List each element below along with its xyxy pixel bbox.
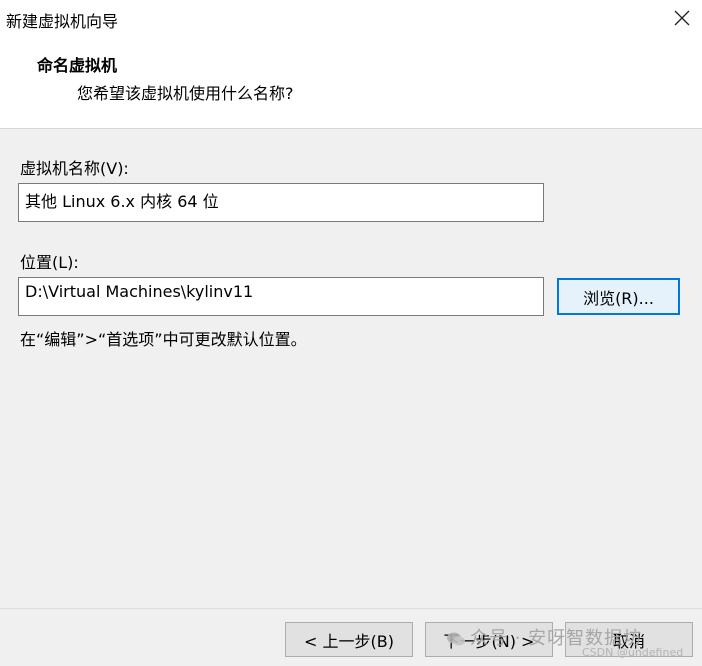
vm-name-value: 其他 Linux 6.x 内核 64 位 [25, 192, 219, 211]
location-hint: 在“编辑”>“首选项”中可更改默认位置。 [20, 330, 307, 349]
vm-name-input[interactable]: 其他 Linux 6.x 内核 64 位 [18, 183, 544, 222]
browse-button[interactable]: 浏览(R)... [557, 278, 680, 315]
close-button[interactable] [666, 3, 698, 33]
next-label: 下一步(N) > [443, 631, 535, 651]
window-title: 新建虚拟机向导 [6, 12, 119, 31]
wizard-header: 命名虚拟机 您希望该虚拟机使用什么名称? [0, 36, 702, 129]
location-label: 位置(L): [20, 253, 79, 272]
vm-name-label: 虚拟机名称(V): [20, 159, 129, 178]
back-label: < 上一步(B) [304, 631, 394, 651]
page-subtitle: 您希望该虚拟机使用什么名称? [77, 84, 294, 103]
browse-label: 浏览(R)... [583, 288, 654, 308]
location-value: D:\Virtual Machines\kylinv11 [25, 282, 254, 301]
cancel-button[interactable]: 取消 [565, 622, 693, 657]
title-bar: 新建虚拟机向导 [0, 0, 702, 36]
footer-divider [0, 608, 702, 609]
location-input[interactable]: D:\Virtual Machines\kylinv11 [18, 277, 544, 316]
close-icon [674, 10, 690, 26]
next-button[interactable]: 下一步(N) > [425, 622, 553, 657]
back-button[interactable]: < 上一步(B) [285, 622, 413, 657]
page-title: 命名虚拟机 [37, 56, 118, 75]
cancel-label: 取消 [612, 631, 645, 651]
